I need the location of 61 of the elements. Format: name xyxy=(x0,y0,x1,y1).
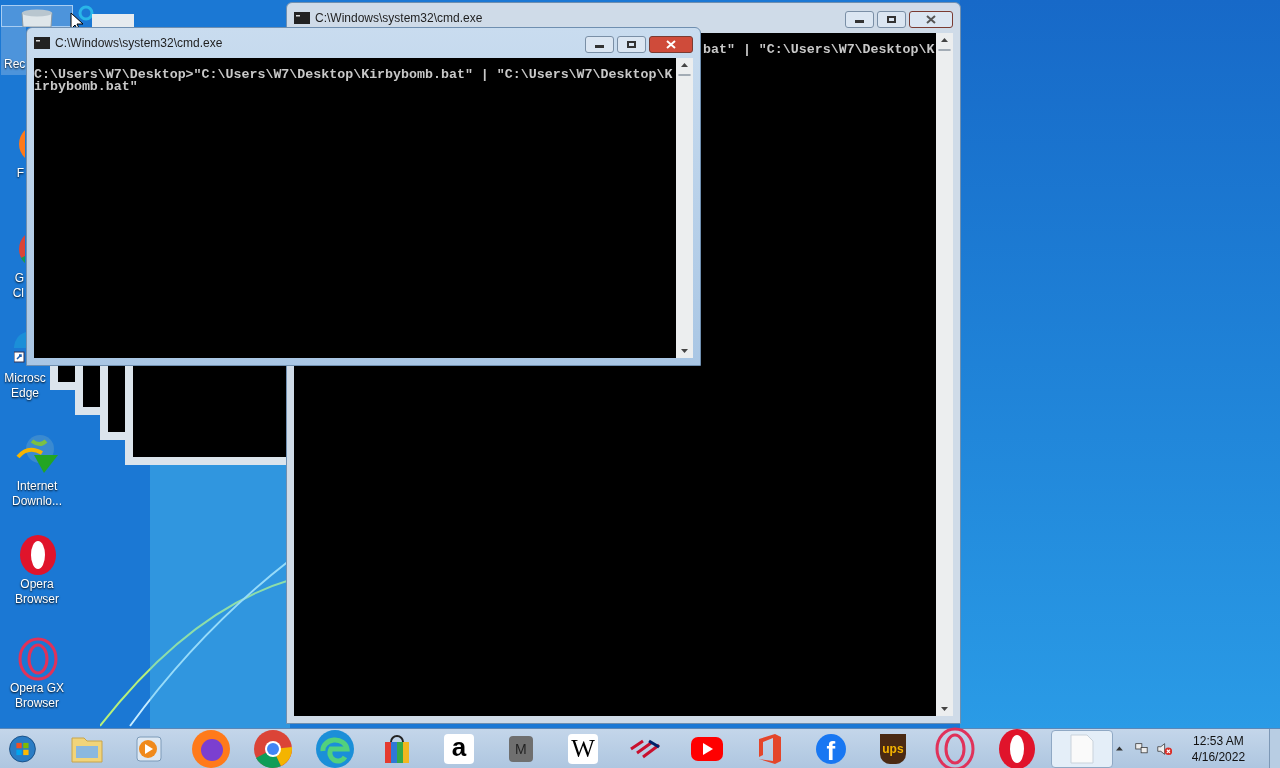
scrollbar-thumb[interactable] xyxy=(678,74,691,76)
wikipedia-logo: W xyxy=(567,733,598,764)
play-icon[interactable] xyxy=(689,735,724,762)
icon-label: Browser xyxy=(15,696,59,711)
icon-label: Opera GX xyxy=(10,681,64,696)
icon-label: Opera xyxy=(20,577,54,592)
scrollbar[interactable] xyxy=(676,58,693,358)
show-hidden-icons-button[interactable] xyxy=(1115,746,1123,751)
minimize-button[interactable] xyxy=(585,35,614,53)
taskbar-button[interactable]: ups xyxy=(861,729,924,768)
icon-label: F xyxy=(16,166,24,181)
console-icon xyxy=(34,37,50,49)
icon-label: Downlo... xyxy=(12,494,62,509)
recycle-bin-icon xyxy=(19,9,55,27)
document-icon xyxy=(1069,733,1094,764)
minimize-button[interactable] xyxy=(845,10,874,28)
window-title: C:\Windows\system32\cmd.exe xyxy=(315,10,483,27)
taskbar-button[interactable]: M xyxy=(489,729,552,768)
clock-time[interactable]: 12:53 AM xyxy=(1193,732,1244,749)
letter-logo: M xyxy=(508,735,533,762)
icon-label: Microsc xyxy=(4,371,46,386)
ups-logo: ups xyxy=(879,733,906,764)
amazon-logo: a xyxy=(443,733,474,764)
opera-gx-icon xyxy=(16,637,60,681)
maximize-button[interactable] xyxy=(617,35,646,53)
icon-label: Edge xyxy=(11,386,39,401)
maximize-button[interactable] xyxy=(877,10,906,28)
taskbar-button[interactable]: f xyxy=(799,729,862,768)
desktop-icon[interactable]: Opera GX Browser xyxy=(1,632,73,716)
icon-label: G xyxy=(14,271,24,286)
flag-stripes-icon[interactable] xyxy=(628,738,661,759)
facebook-logo: f xyxy=(815,733,846,764)
window-title: C:\Windows\system32\cmd.exe xyxy=(55,35,223,52)
desktop-icon[interactable]: Opera Browser xyxy=(1,528,73,612)
console-line: bat" | "C:\Users\W7\Desktop\K xyxy=(703,44,936,56)
scrollbar[interactable] xyxy=(936,33,953,716)
icon-label: Cl xyxy=(12,286,24,301)
close-icon xyxy=(666,39,676,49)
close-button[interactable] xyxy=(649,35,693,53)
desktop-icon[interactable]: Microsc Edge xyxy=(1,370,49,402)
show-desktop-button[interactable] xyxy=(1269,728,1280,768)
scroll-up-arrow-icon[interactable] xyxy=(681,63,688,67)
icon-label: Internet xyxy=(16,479,58,494)
console-line: irbybomb.bat" xyxy=(34,81,138,93)
icon-label: Rec xyxy=(1,27,26,75)
scroll-up-arrow-icon[interactable] xyxy=(941,38,948,42)
taskbar-button[interactable]: a xyxy=(427,729,490,768)
console-line: C:\Users\W7\Desktop>"C:\Users\W7\Desktop\Kirbybomb.bat" | "C:\Users\W7\Desktop\K xyxy=(34,69,674,81)
taskbar-button[interactable]: W xyxy=(551,729,614,768)
close-button[interactable] xyxy=(909,10,953,28)
scroll-down-arrow-icon[interactable] xyxy=(681,349,688,353)
scroll-down-arrow-icon[interactable] xyxy=(941,707,948,711)
window-thumbnail xyxy=(92,14,134,28)
desktop-icon[interactable] xyxy=(1,5,73,27)
close-icon xyxy=(926,14,936,24)
console-icon xyxy=(294,12,310,24)
icon-label: Browser xyxy=(15,592,59,607)
clock-date[interactable]: 4/16/2022 xyxy=(1191,748,1246,765)
scrollbar-thumb[interactable] xyxy=(938,49,951,51)
desktop-icon[interactable]: Internet Downlo... xyxy=(1,426,73,514)
media-player-icon[interactable] xyxy=(133,733,164,764)
